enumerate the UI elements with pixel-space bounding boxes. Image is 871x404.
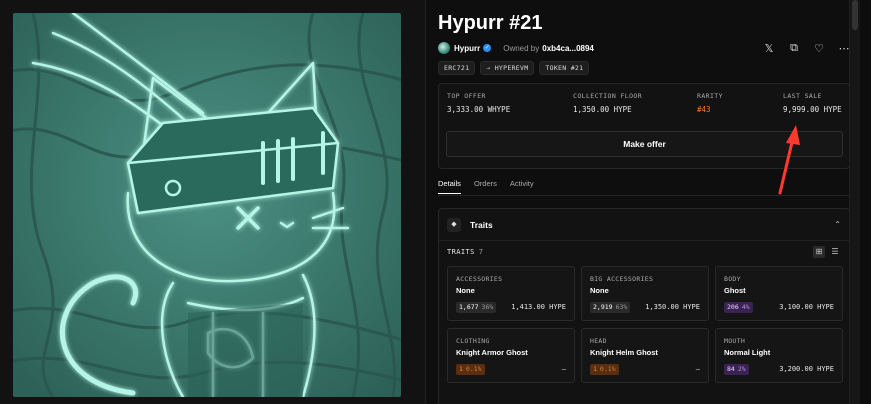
trait-card[interactable]: BODY Ghost 206 4% 3,100.00 HYPE (715, 266, 843, 321)
owned-by-label: Owned by (503, 43, 540, 53)
trait-count: 1 (593, 365, 597, 373)
stat-label: TOP OFFER (447, 92, 486, 100)
artwork-panel (0, 0, 426, 404)
trait-count: 206 (727, 303, 739, 311)
trait-count: 2,919 (593, 303, 613, 311)
trait-floor-price: 1,413.00 HYPE (511, 303, 566, 311)
creator-avatar[interactable] (438, 42, 450, 54)
view-toggle: ⊞ ☰ (813, 246, 841, 258)
x-logo-icon[interactable]: 𝕏 (763, 42, 775, 55)
traits-count: 7 (478, 248, 483, 256)
scrollbar[interactable] (849, 0, 860, 404)
tab-details[interactable]: Details (438, 179, 461, 194)
trait-category: ACCESSORIES (456, 275, 503, 283)
stat-value[interactable]: #43 (697, 105, 723, 114)
chip-token-id: TOKEN #21 (539, 61, 590, 75)
trait-category: CLOTHING (456, 337, 490, 345)
verified-badge-icon: ✓ (483, 44, 492, 52)
trait-percent: 36% (481, 303, 494, 311)
nft-title: Hypurr #21 (438, 12, 543, 34)
trait-value: None (590, 286, 609, 295)
trait-count: 1 (459, 365, 463, 373)
trait-card[interactable]: CLOTHING Knight Armor Ghost 1 0.1% – (447, 328, 575, 383)
detail-tabs: Details Orders Activity (438, 179, 534, 194)
stat-last-sale: LAST SALE 9,999.00 HYPE (783, 92, 842, 114)
trait-value: Knight Helm Ghost (590, 348, 658, 357)
trait-card[interactable]: ACCESSORIES None 1,677 36% 1,413.00 HYPE (447, 266, 575, 321)
trait-card[interactable]: MOUTH Normal Light 84 2% 3,200.00 HYPE (715, 328, 843, 383)
trait-floor-price: 3,200.00 HYPE (779, 365, 834, 373)
chip-standard: ERC721 (438, 61, 476, 75)
trait-count-badge: 2,919 63% (590, 302, 631, 313)
trait-percent: 0.1% (599, 365, 616, 373)
token-chips: ERC721 ⇢ HYPEREVM TOKEN #21 (438, 61, 590, 75)
trait-percent: 2% (737, 365, 746, 373)
trait-count-badge: 1,677 36% (456, 302, 497, 313)
stat-value: 1,350.00 HYPE (573, 105, 632, 114)
trait-value: Normal Light (724, 348, 771, 357)
traits-title: Traits (470, 219, 493, 230)
chevron-up-icon[interactable]: ⌃ (834, 220, 841, 229)
trait-count-badge: 206 4% (724, 302, 753, 313)
trait-floor-price: – (695, 365, 700, 373)
tab-activity[interactable]: Activity (510, 179, 534, 194)
grid-view-icon[interactable]: ⊞ (813, 246, 825, 258)
trait-value: Ghost (724, 286, 746, 295)
creator-name-link[interactable]: Hypurr (454, 44, 480, 53)
trait-category: BODY (724, 275, 741, 283)
stat-label: LAST SALE (783, 92, 822, 100)
heart-icon[interactable]: ♡ (813, 42, 825, 55)
trait-floor-price: 3,100.00 HYPE (779, 303, 834, 311)
trait-percent: 4% (741, 303, 750, 311)
stat-label: RARITY (697, 92, 723, 100)
chip-chain[interactable]: ⇢ HYPEREVM (480, 61, 535, 75)
trait-value: None (456, 286, 475, 295)
traits-header[interactable]: ◆ Traits ⌃ (439, 209, 849, 241)
creator-row: Hypurr ✓ Owned by 0xb4ca...0894 𝕏 ⧉ ♡ ⋯ (438, 41, 850, 55)
trait-card[interactable]: BIG ACCESSORIES None 2,919 63% 1,350.00 HYPE (581, 266, 709, 321)
trait-count: 84 (727, 365, 735, 373)
nft-artwork[interactable] (13, 13, 401, 397)
stat-label: COLLECTION FLOOR (573, 92, 643, 100)
traits-count-label: TRAITS (447, 248, 475, 256)
owner-address-link[interactable]: 0xb4ca...0894 (542, 44, 594, 53)
trait-count-badge: 84 2% (724, 364, 749, 375)
trait-value: Knight Armor Ghost (456, 348, 528, 357)
meta-actions: 𝕏 ⧉ ♡ ⋯ (763, 42, 850, 55)
trait-category: MOUTH (724, 337, 746, 345)
traits-section: ◆ Traits ⌃ TRAITS 7 ⊞ ☰ ACCESSORIES None 1… (438, 208, 850, 404)
trait-card[interactable]: HEAD Knight Helm Ghost 1 0.1% – (581, 328, 709, 383)
hypurr-knight-image (13, 13, 401, 397)
make-offer-button[interactable]: Make offer (446, 131, 843, 157)
copy-icon[interactable]: ⧉ (788, 42, 800, 55)
tab-orders[interactable]: Orders (474, 179, 497, 194)
stat-value: 3,333.00 WHYPE (447, 105, 511, 114)
trait-count-badge: 1 0.1% (590, 364, 619, 375)
details-panel: Hypurr #21 Hypurr ✓ Owned by 0xb4ca...08… (426, 0, 860, 404)
stat-top-offer: TOP OFFER 3,333.00 WHYPE (447, 92, 510, 114)
tabs-divider (438, 195, 850, 196)
stat-collection-floor: COLLECTION FLOOR 1,350.00 HYPE (573, 92, 642, 114)
list-view-icon[interactable]: ☰ (829, 246, 841, 258)
scrollbar-thumb[interactable] (852, 0, 858, 30)
traits-count-row: TRAITS 7 ⊞ ☰ (447, 245, 841, 259)
trait-percent: 63% (615, 303, 628, 311)
trait-category: BIG ACCESSORIES (590, 275, 654, 283)
stat-rarity: RARITY #43 (697, 92, 723, 114)
stat-value: 9,999.00 HYPE (783, 105, 842, 114)
trait-floor-price: 1,350.00 HYPE (645, 303, 700, 311)
diamond-icon: ◆ (447, 217, 461, 232)
trait-floor-price: – (561, 365, 566, 373)
trait-count-badge: 1 0.1% (456, 364, 485, 375)
trait-percent: 0.1% (465, 365, 482, 373)
stats-card: TOP OFFER 3,333.00 WHYPE COLLECTION FLOO… (438, 83, 850, 169)
trait-category: HEAD (590, 337, 607, 345)
trait-count: 1,677 (459, 303, 479, 311)
